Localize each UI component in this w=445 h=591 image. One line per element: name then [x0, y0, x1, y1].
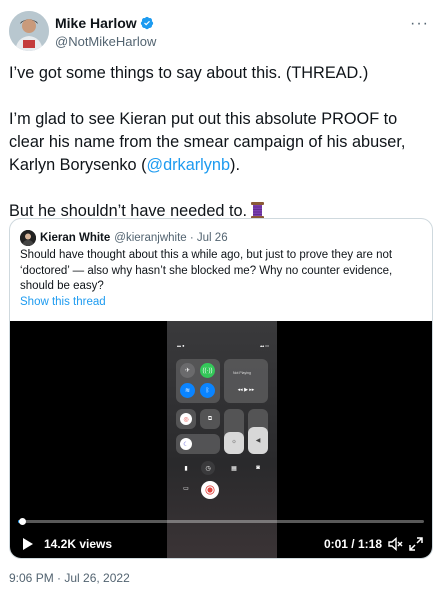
low-power-icon: ▭	[183, 485, 189, 492]
tweet-text-paragraph: I’m glad to see Kieran put out this abso…	[9, 108, 433, 177]
quoted-tweet-header: Kieran White @kieranjwhite · Jul 26	[20, 230, 228, 246]
cellular-icon: ((·))	[200, 363, 215, 378]
speaker-icon: ◀	[255, 437, 261, 444]
sun-icon: ☼	[231, 439, 237, 445]
play-icon[interactable]	[22, 537, 34, 551]
media-controls-icon: ◂◂ ▶ ▸▸	[237, 387, 255, 393]
quoted-text: Should have thought about this a while a…	[20, 249, 393, 292]
video-time: 0:01 / 1:18	[323, 537, 382, 551]
timer-icon: ◷	[201, 461, 215, 475]
tweet-header: Mike Harlow @NotMikeHarlow ···	[9, 11, 429, 51]
now-playing-label: Not Playing	[233, 371, 251, 375]
phone-status-right: ▴▴ ▭	[260, 343, 269, 348]
mention-link[interactable]: @drkarlynb	[147, 156, 231, 174]
quoted-display-name: Kieran White	[40, 232, 111, 244]
video-player[interactable]: ▴▴ ● ▴▴ ▭ ✈ ((·)) ≋ ᛒ Not Playing ◂◂ ▶ ▸…	[10, 321, 432, 558]
moon-icon: ☾	[180, 438, 192, 450]
calculator-icon: ▦	[231, 465, 237, 472]
display-name[interactable]: Mike Harlow	[55, 15, 137, 31]
spool-of-thread-icon	[250, 202, 265, 219]
wifi-icon: ≋	[180, 383, 195, 398]
rotation-lock-icon: ◎	[180, 413, 192, 425]
video-progress-bar[interactable]	[18, 518, 424, 525]
airplane-icon: ✈	[180, 363, 195, 378]
tweet-timestamp[interactable]: 9:06 PM · Jul 26, 2022	[9, 571, 130, 585]
tweet-text: I’ve got some things to say about this. …	[9, 62, 433, 223]
mute-icon[interactable]	[387, 536, 403, 552]
show-thread-link[interactable]: Show this thread	[20, 296, 106, 308]
fullscreen-icon[interactable]	[408, 536, 424, 552]
tweet-text-line: I’ve got some things to say about this. …	[9, 64, 369, 82]
music-tile	[224, 359, 268, 403]
screen-mirroring-icon: ⧉	[207, 415, 213, 422]
avatar[interactable]	[9, 11, 49, 51]
phone-status-left: ▴▴ ●	[177, 343, 185, 348]
screen-record-icon	[201, 481, 219, 499]
quoted-avatar	[20, 230, 36, 246]
camera-icon: ◙	[256, 465, 260, 471]
verified-badge-icon	[140, 16, 154, 30]
tweet-text-segment: ).	[230, 156, 240, 174]
video-frame: ▴▴ ● ▴▴ ▭ ✈ ((·)) ≋ ᛒ Not Playing ◂◂ ▶ ▸…	[167, 321, 277, 558]
quoted-handle: @kieranjwhite · Jul 26	[114, 232, 228, 244]
quoted-tweet[interactable]: Kieran White @kieranjwhite · Jul 26 Shou…	[9, 218, 433, 559]
flashlight-icon: ▮	[184, 465, 188, 472]
more-options-button[interactable]: ···	[410, 15, 429, 33]
bluetooth-icon: ᛒ	[200, 383, 215, 398]
video-progress-handle[interactable]	[19, 518, 27, 525]
user-handle[interactable]: @NotMikeHarlow	[55, 34, 156, 49]
view-count: 14.2K views	[44, 537, 113, 551]
